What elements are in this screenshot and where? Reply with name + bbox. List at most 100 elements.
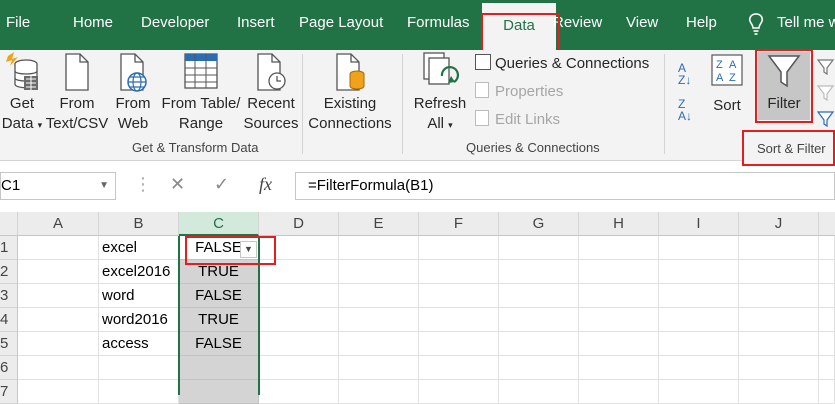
cell-d6[interactable] xyxy=(259,356,339,380)
from-text-csv-button[interactable]: From Text/CSV xyxy=(45,50,109,134)
cell-h1[interactable] xyxy=(579,236,659,260)
cell-i3[interactable] xyxy=(659,284,739,308)
tab-formulas[interactable]: Formulas xyxy=(407,14,470,38)
cell-a4[interactable] xyxy=(18,308,99,332)
cell-g7[interactable] xyxy=(499,380,579,404)
cell-a1[interactable] xyxy=(18,236,99,260)
edit-links-button[interactable]: Edit Links xyxy=(475,110,560,128)
cell-c7[interactable] xyxy=(179,380,259,404)
tab-insert[interactable]: Insert xyxy=(237,14,275,38)
cell-b7[interactable] xyxy=(99,380,179,404)
cell-i6[interactable] xyxy=(659,356,739,380)
cell-e1[interactable] xyxy=(339,236,419,260)
cell-k5[interactable] xyxy=(819,332,835,356)
cell-j3[interactable] xyxy=(739,284,819,308)
chevron-down-icon[interactable]: ▼ xyxy=(99,173,109,199)
cell-c6[interactable] xyxy=(179,356,259,380)
cell-b3[interactable]: word xyxy=(99,284,179,308)
properties-button[interactable]: Properties xyxy=(475,82,563,100)
cell-e6[interactable] xyxy=(339,356,419,380)
cell-g5[interactable] xyxy=(499,332,579,356)
column-header-f[interactable]: F xyxy=(419,212,499,236)
row-header-1[interactable]: 1 xyxy=(0,236,18,260)
existing-connections-button[interactable]: Existing Connections xyxy=(306,50,394,134)
cell-a3[interactable] xyxy=(18,284,99,308)
cell-d4[interactable] xyxy=(259,308,339,332)
cell-j6[interactable] xyxy=(739,356,819,380)
cell-i5[interactable] xyxy=(659,332,739,356)
cell-e4[interactable] xyxy=(339,308,419,332)
cell-f5[interactable] xyxy=(419,332,499,356)
cancel-icon[interactable]: ✕ xyxy=(170,174,185,195)
cell-f6[interactable] xyxy=(419,356,499,380)
cell-j2[interactable] xyxy=(739,260,819,284)
sort-button[interactable]: Z A A Z Sort xyxy=(706,50,748,116)
clear-filter-icon[interactable] xyxy=(816,56,835,136)
cell-h2[interactable] xyxy=(579,260,659,284)
cell-k7[interactable] xyxy=(819,380,835,404)
queries-connections-button[interactable]: Queries & Connections xyxy=(475,54,649,72)
enter-icon[interactable]: ✓ xyxy=(214,174,229,195)
cell-i7[interactable] xyxy=(659,380,739,404)
refresh-all-button[interactable]: Refresh All ▾ xyxy=(412,50,468,135)
cell-g2[interactable] xyxy=(499,260,579,284)
cell-j4[interactable] xyxy=(739,308,819,332)
column-header-g[interactable]: G xyxy=(499,212,579,236)
cell-d7[interactable] xyxy=(259,380,339,404)
cell-c3[interactable]: FALSE xyxy=(179,284,259,308)
recent-sources-button[interactable]: Recent Sources xyxy=(243,50,299,134)
cell-j7[interactable] xyxy=(739,380,819,404)
cell-f7[interactable] xyxy=(419,380,499,404)
cell-a2[interactable] xyxy=(18,260,99,284)
tab-review[interactable]: Review xyxy=(553,14,602,38)
sort-ascending-button[interactable]: A Z↓ xyxy=(678,62,691,86)
cell-b4[interactable]: word2016 xyxy=(99,308,179,332)
cell-k1[interactable] xyxy=(819,236,835,260)
cell-b6[interactable] xyxy=(99,356,179,380)
tab-home[interactable]: Home xyxy=(73,14,113,38)
cell-j1[interactable] xyxy=(739,236,819,260)
column-header-k[interactable] xyxy=(819,212,835,236)
select-all-corner[interactable] xyxy=(0,212,18,236)
get-data-button[interactable]: Get Data ▾ xyxy=(0,50,44,135)
column-header-d[interactable]: D xyxy=(259,212,339,236)
tab-help[interactable]: Help xyxy=(686,14,717,38)
cell-e5[interactable] xyxy=(339,332,419,356)
row-header-7[interactable]: 7 xyxy=(0,380,18,404)
tab-page-layout[interactable]: Page Layout xyxy=(299,14,383,38)
from-table-range-button[interactable]: From Table/ Range xyxy=(158,50,244,134)
cell-j5[interactable] xyxy=(739,332,819,356)
cell-k6[interactable] xyxy=(819,356,835,380)
cell-a5[interactable] xyxy=(18,332,99,356)
column-header-c[interactable]: C xyxy=(179,212,259,236)
tab-developer[interactable]: Developer xyxy=(141,14,209,38)
cell-f1[interactable] xyxy=(419,236,499,260)
column-header-j[interactable]: J xyxy=(739,212,819,236)
from-web-button[interactable]: From Web xyxy=(112,50,154,134)
column-header-a[interactable]: A xyxy=(18,212,99,236)
cell-b1[interactable]: excel xyxy=(99,236,179,260)
cell-g3[interactable] xyxy=(499,284,579,308)
cell-k4[interactable] xyxy=(819,308,835,332)
cell-c4[interactable]: TRUE xyxy=(179,308,259,332)
row-header-2[interactable]: 2 xyxy=(0,260,18,284)
formula-input[interactable]: =FilterFormula(B1) xyxy=(295,172,835,200)
row-header-4[interactable]: 4 xyxy=(0,308,18,332)
cell-i4[interactable] xyxy=(659,308,739,332)
cell-f3[interactable] xyxy=(419,284,499,308)
cell-f4[interactable] xyxy=(419,308,499,332)
cell-b5[interactable]: access xyxy=(99,332,179,356)
cell-g4[interactable] xyxy=(499,308,579,332)
cell-k2[interactable] xyxy=(819,260,835,284)
tell-me-search[interactable]: Tell me w xyxy=(777,14,835,31)
cell-f2[interactable] xyxy=(419,260,499,284)
cell-c5[interactable]: FALSE xyxy=(179,332,259,356)
cell-e3[interactable] xyxy=(339,284,419,308)
cell-h4[interactable] xyxy=(579,308,659,332)
column-header-h[interactable]: H xyxy=(579,212,659,236)
cell-e7[interactable] xyxy=(339,380,419,404)
column-header-e[interactable]: E xyxy=(339,212,419,236)
tab-file[interactable]: File xyxy=(6,14,30,38)
row-header-6[interactable]: 6 xyxy=(0,356,18,380)
cell-h5[interactable] xyxy=(579,332,659,356)
